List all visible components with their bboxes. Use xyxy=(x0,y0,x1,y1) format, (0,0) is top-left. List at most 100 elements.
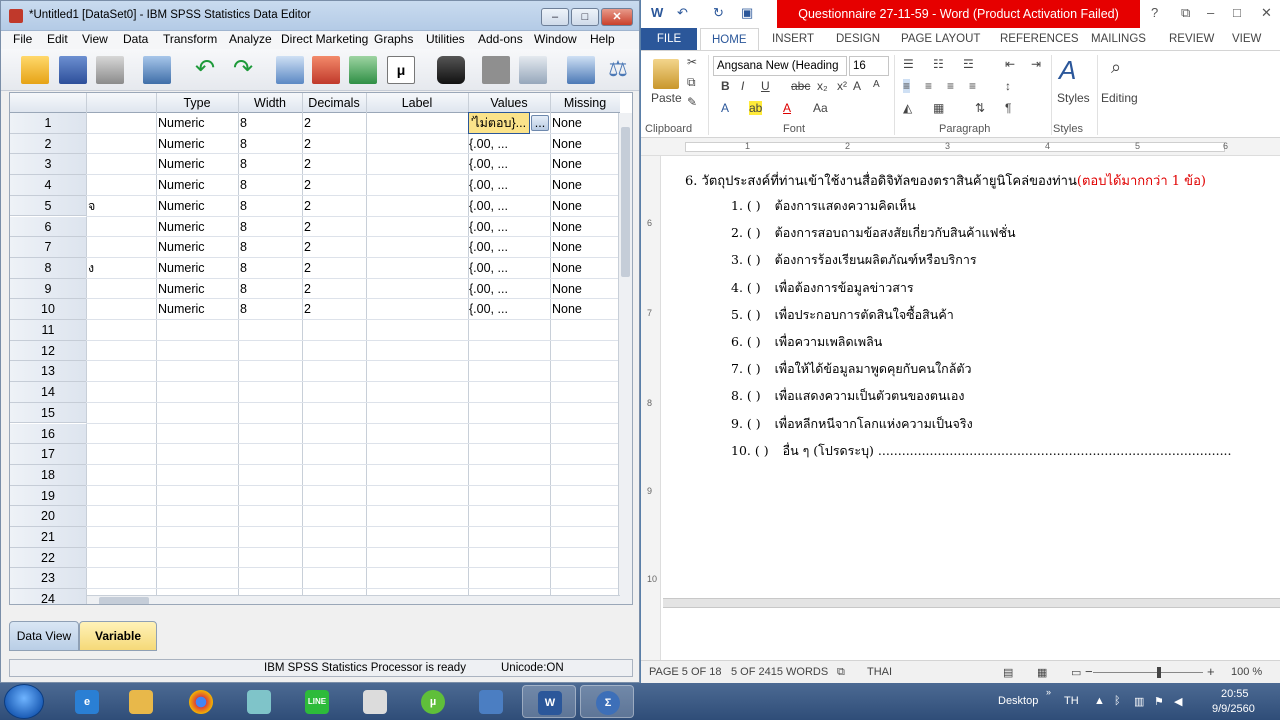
menu-help[interactable]: Help xyxy=(590,32,615,46)
redo-icon[interactable]: ↷ xyxy=(229,56,257,84)
value-labels-icon[interactable]: μ xyxy=(387,56,415,84)
zoom-level[interactable]: 100 % xyxy=(1231,666,1262,678)
tab-references[interactable]: REFERENCES xyxy=(1000,28,1079,50)
shading-icon[interactable]: ◭ xyxy=(903,101,912,115)
grid-horizontal-scrollbar[interactable] xyxy=(87,595,620,604)
menu-addons[interactable]: Add-ons xyxy=(478,32,523,46)
taskbar-spss[interactable]: Σ xyxy=(580,685,634,718)
show-formatting-icon[interactable]: ¶ xyxy=(1005,101,1011,115)
maximize-button[interactable]: □ xyxy=(1233,5,1241,20)
tab-review[interactable]: REVIEW xyxy=(1169,28,1214,50)
undo-icon[interactable]: ↶ xyxy=(191,56,219,84)
row-header[interactable]: 15 xyxy=(10,402,86,424)
print-icon[interactable] xyxy=(96,56,124,84)
menu-file[interactable]: File xyxy=(13,32,32,46)
styles-icon[interactable]: A xyxy=(1059,55,1076,86)
font-color-icon[interactable]: A xyxy=(783,101,791,115)
cell-decimals[interactable]: 2 xyxy=(304,299,364,319)
language-indicator[interactable]: THAI xyxy=(867,666,892,678)
insert-cases-icon[interactable] xyxy=(482,56,510,84)
cell-width[interactable]: 8 xyxy=(240,237,300,257)
line-spacing-icon[interactable]: ↕ xyxy=(1005,79,1011,93)
increase-indent-icon[interactable]: ⇥ xyxy=(1031,57,1041,71)
sort-icon[interactable]: ⇅ xyxy=(975,101,985,115)
taskbar-app[interactable] xyxy=(232,685,286,718)
underline-icon[interactable]: U xyxy=(761,79,770,93)
row-header[interactable]: 12 xyxy=(10,340,86,362)
row-header[interactable]: 23 xyxy=(10,568,86,590)
text-effects-icon[interactable]: A xyxy=(721,101,729,115)
page-count[interactable]: PAGE 5 OF 18 xyxy=(649,666,722,678)
grow-font-icon[interactable]: A xyxy=(853,79,861,93)
goto-case-icon[interactable] xyxy=(276,56,304,84)
cell-type[interactable]: Numeric xyxy=(158,175,236,195)
clock-date[interactable]: 9/9/2560 xyxy=(1212,703,1255,715)
toolbar-expand-icon[interactable]: » xyxy=(1046,687,1051,697)
row-header[interactable]: 17 xyxy=(10,444,86,465)
tab-page-layout[interactable]: PAGE LAYOUT xyxy=(901,28,980,50)
taskbar-remote-desktop[interactable] xyxy=(464,685,518,718)
cell-type[interactable]: Numeric xyxy=(158,196,236,216)
font-name-box[interactable]: Angsana New (Heading xyxy=(713,56,847,76)
column-header-values[interactable]: Values xyxy=(468,96,550,110)
cell-width[interactable]: 8 xyxy=(240,154,300,174)
taskbar-utorrent[interactable]: µ xyxy=(406,685,460,718)
menu-graphs[interactable]: Graphs xyxy=(374,32,413,46)
row-header[interactable]: 13 xyxy=(10,361,86,383)
cell-missing[interactable]: None xyxy=(552,299,618,319)
cell-type[interactable]: Numeric xyxy=(158,237,236,257)
menu-transform[interactable]: Transform xyxy=(163,32,217,46)
cell-decimals[interactable]: 2 xyxy=(304,279,364,299)
align-center-icon[interactable]: ≡ xyxy=(925,79,932,93)
cell-values[interactable]: {.00, ... xyxy=(469,134,549,154)
row-header[interactable]: 19 xyxy=(10,485,86,507)
align-left-icon[interactable]: ≡ xyxy=(903,79,911,93)
cell-type[interactable]: Numeric xyxy=(158,299,236,319)
column-header-missing[interactable]: Missing xyxy=(550,96,620,110)
grid-vertical-scrollbar[interactable] xyxy=(618,113,632,604)
cell-missing[interactable]: None xyxy=(552,258,618,278)
close-button[interactable]: ✕ xyxy=(601,8,633,26)
row-header[interactable]: 22 xyxy=(10,547,86,569)
cell-decimals[interactable]: 2 xyxy=(304,237,364,257)
save-icon[interactable] xyxy=(59,56,87,84)
row-header[interactable]: 16 xyxy=(10,423,86,445)
menu-edit[interactable]: Edit xyxy=(47,32,68,46)
cell-width[interactable]: 8 xyxy=(240,299,300,319)
redo-icon[interactable]: ↻ xyxy=(713,5,724,21)
change-case-icon[interactable]: Aa xyxy=(813,101,828,115)
justify-icon[interactable]: ≡ xyxy=(969,79,976,93)
column-header-type[interactable]: Type xyxy=(157,96,237,110)
row-header[interactable]: 9 xyxy=(10,278,86,300)
menu-utilities[interactable]: Utilities xyxy=(426,32,465,46)
tab-view[interactable]: VIEW xyxy=(1232,28,1261,50)
paste-icon[interactable] xyxy=(653,59,679,89)
cell-width[interactable]: 8 xyxy=(240,134,300,154)
undo-icon[interactable]: ↶ xyxy=(677,5,688,21)
cell-values[interactable]: {.00, ... xyxy=(469,196,549,216)
ribbon-display-icon[interactable]: ⧉ xyxy=(1181,5,1190,21)
open-folder-icon[interactable] xyxy=(21,56,49,84)
row-header[interactable]: 7 xyxy=(10,237,86,258)
row-header[interactable]: 24 xyxy=(10,589,86,604)
cell-values[interactable]: {.00, ... xyxy=(469,299,549,319)
minimize-button[interactable]: – xyxy=(541,8,569,26)
styles-button[interactable]: Styles xyxy=(1057,91,1090,105)
document-page[interactable]: 6. วัตถุประสงค์ที่ท่านเข้าใช้งานสื่อดิจิ… xyxy=(663,156,1280,606)
row-header[interactable]: 20 xyxy=(10,506,86,527)
scroll-thumb[interactable] xyxy=(621,127,630,277)
taskbar-word[interactable]: W xyxy=(522,685,576,718)
cell-missing[interactable]: None xyxy=(552,237,618,257)
maximize-button[interactable]: □ xyxy=(571,8,599,26)
taskbar-line[interactable]: LINE xyxy=(290,685,344,718)
row-header[interactable]: 21 xyxy=(10,527,86,548)
column-header-label[interactable]: Label xyxy=(366,96,468,110)
cell-missing[interactable]: None xyxy=(552,175,618,195)
row-header[interactable]: 11 xyxy=(10,320,86,341)
volume-icon[interactable]: ◀ xyxy=(1174,695,1182,708)
cell-missing[interactable]: None xyxy=(552,279,618,299)
menu-data[interactable]: Data xyxy=(123,32,148,46)
cell-width[interactable]: 8 xyxy=(240,258,300,278)
clock-time[interactable]: 20:55 xyxy=(1221,688,1249,700)
row-header[interactable]: 2 xyxy=(10,133,86,155)
